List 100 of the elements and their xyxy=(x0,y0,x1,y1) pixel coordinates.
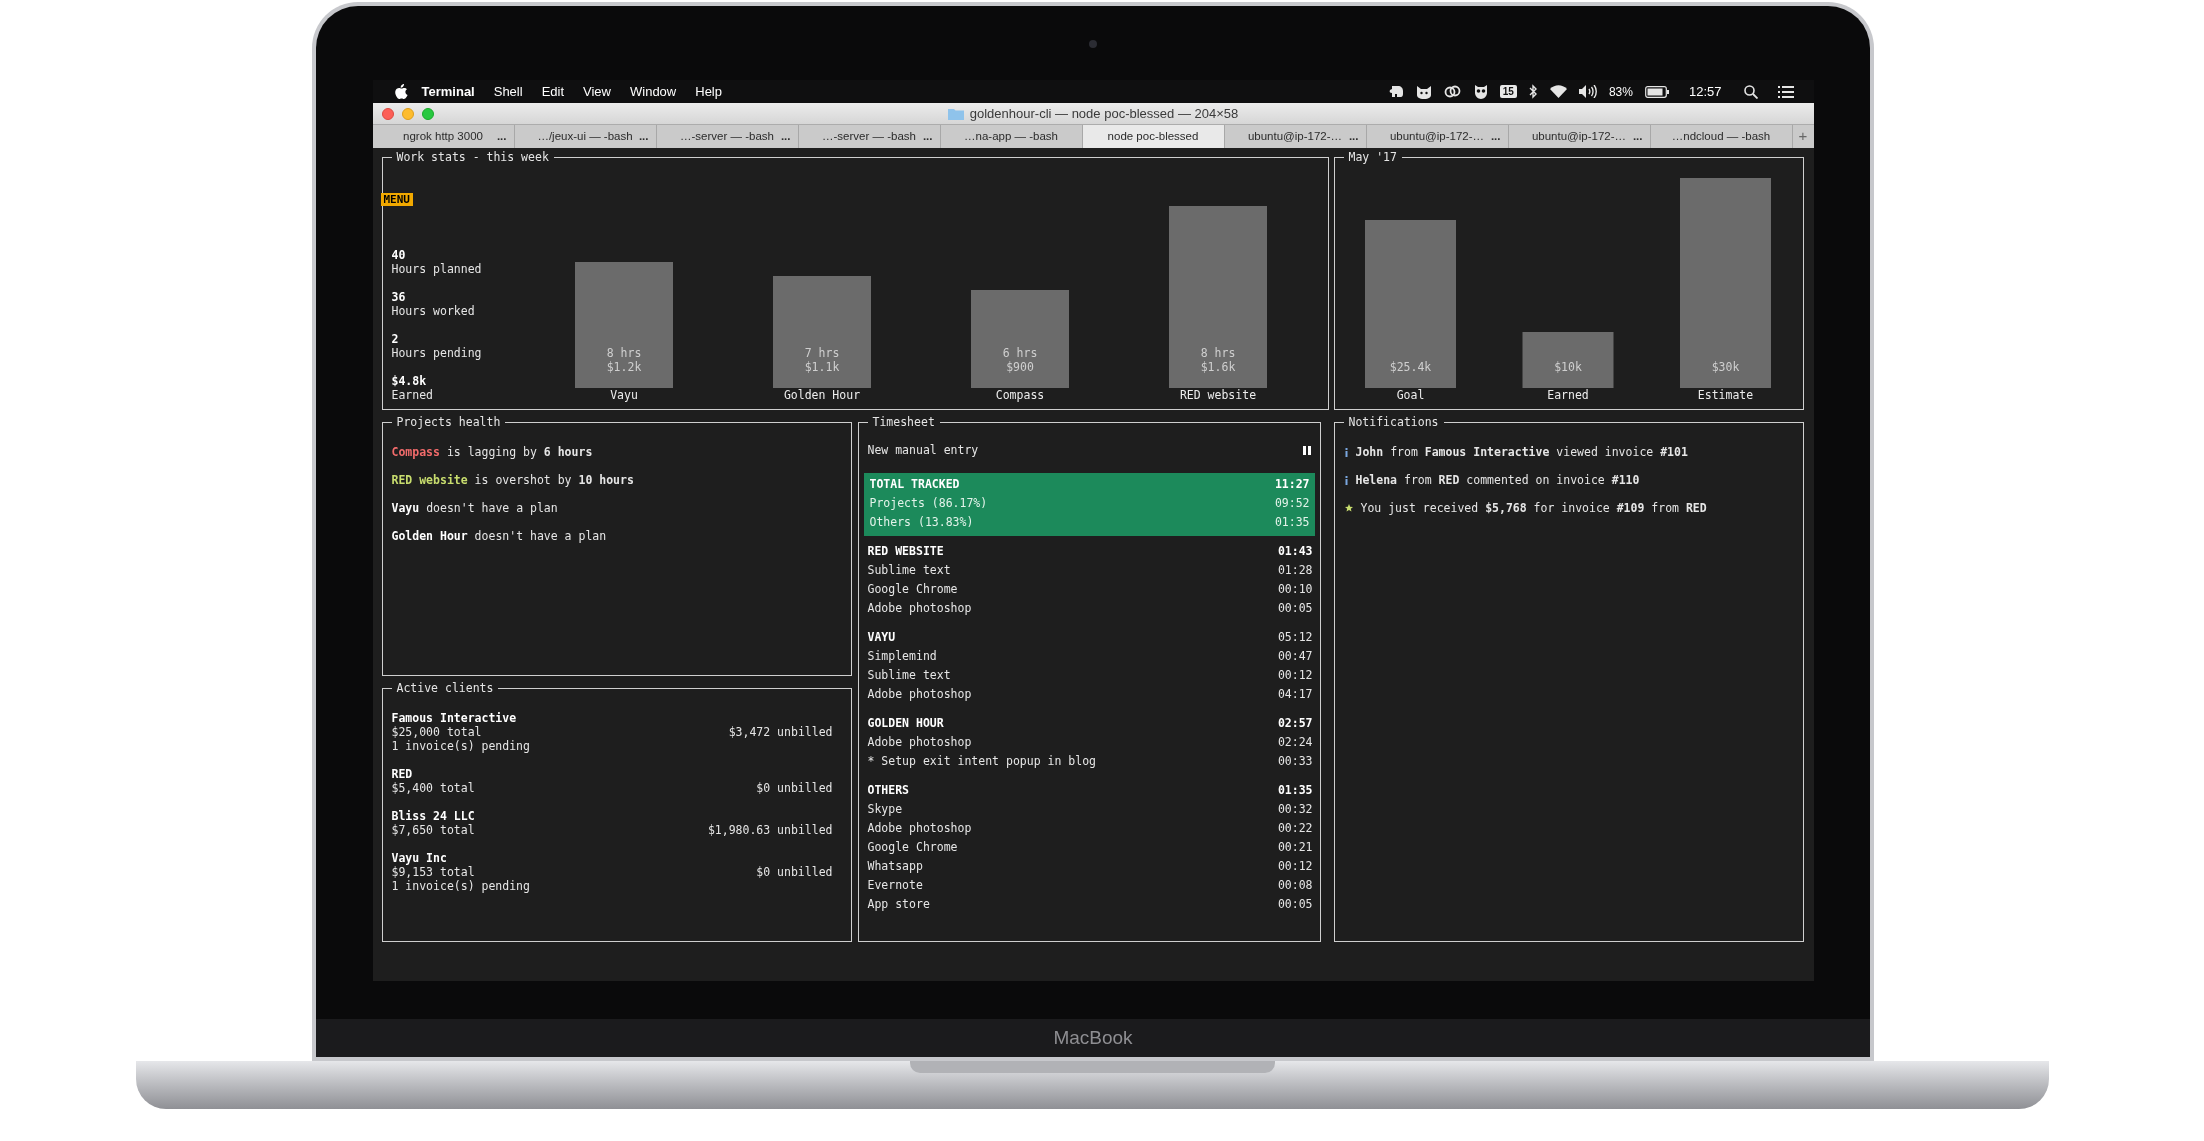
entry-time: 00:05 xyxy=(1277,896,1313,913)
tab[interactable]: node poc-blessed xyxy=(1082,125,1225,148)
clock[interactable]: 12:57 xyxy=(1688,81,1722,102)
health-message: RED website is overshot by 10 hours xyxy=(391,473,635,487)
entry-label: Adobe photoshop xyxy=(867,734,972,751)
summary-time: 11:27 xyxy=(1274,476,1310,493)
stat-label: Hours worked xyxy=(391,304,476,318)
folder-icon xyxy=(947,107,964,120)
entry-time: 00:10 xyxy=(1277,581,1313,598)
entry-label: * Setup exit intent popup in blog xyxy=(867,753,1096,770)
owl-icon[interactable] xyxy=(1473,84,1488,99)
notification-text: John from Famous Interactive viewed invoice #101 xyxy=(1355,445,1688,459)
menu-item[interactable]: Window xyxy=(630,81,677,102)
group-time: 02:57 xyxy=(1277,715,1313,732)
group-name: RED WEBSITE xyxy=(867,543,944,560)
category-label: Estimate xyxy=(1697,388,1753,402)
value-label: 8 hrs xyxy=(606,346,641,360)
notification-text: Helena from RED commented on invoice #110 xyxy=(1355,473,1640,487)
entry-time: 01:28 xyxy=(1277,562,1313,579)
entry-label: Adobe photoshop xyxy=(867,600,972,617)
value-label: 6 hrs xyxy=(1002,346,1037,360)
stat-label: Hours planned xyxy=(391,262,483,276)
entry-time: 00:47 xyxy=(1277,648,1313,665)
value-label: $10k xyxy=(1553,360,1582,374)
value-label: $1.6k xyxy=(1200,360,1235,374)
entry-time: 00:12 xyxy=(1277,858,1313,875)
cat-icon[interactable] xyxy=(1415,84,1432,99)
activity-indicator: ... xyxy=(496,128,507,144)
client-name: RED xyxy=(391,767,414,781)
notification-text: You just received $5,768 for invoice #109 from RED xyxy=(1360,501,1707,515)
entry-label: Adobe photoshop xyxy=(867,820,972,837)
summary-label: TOTAL TRACKED xyxy=(869,476,960,493)
list-icon[interactable] xyxy=(1777,85,1794,98)
value-label: $25.4k xyxy=(1389,360,1431,374)
pause-icon[interactable] xyxy=(1302,445,1311,455)
new-entry-link[interactable]: New manual entry xyxy=(867,442,979,458)
star-icon xyxy=(1344,504,1353,512)
stat-value: 36 xyxy=(391,290,407,304)
value-label: $1.2k xyxy=(606,360,641,374)
stat-value: $4.8k xyxy=(391,374,428,388)
group-name: GOLDEN HOUR xyxy=(867,715,944,732)
battery-icon[interactable] xyxy=(1644,85,1669,98)
stat-value: 40 xyxy=(391,248,407,262)
battery-percentage: 83% xyxy=(1608,83,1633,101)
entry-label: Sublime text xyxy=(867,562,951,579)
value-label: $1.1k xyxy=(804,360,839,374)
client-unbilled: $1,980.63 unbilled xyxy=(707,823,833,837)
entry-time: 00:22 xyxy=(1277,820,1313,837)
panel-title: May '17 xyxy=(1343,149,1402,165)
entry-time: 04:17 xyxy=(1277,686,1313,703)
client-pending: 1 invoice(s) pending xyxy=(391,739,531,753)
stat-value: 2 xyxy=(391,332,400,346)
menu-item[interactable]: Help xyxy=(695,81,722,102)
summary-label: Others (13.83%) xyxy=(869,514,974,531)
new-tab-button[interactable]: + xyxy=(1792,125,1814,148)
value-label: 7 hrs xyxy=(804,346,839,360)
calendar-badge[interactable]: 15 xyxy=(1499,85,1517,98)
entry-time: 00:05 xyxy=(1277,600,1313,617)
client-total: $25,000 total xyxy=(391,725,482,739)
client-total: $9,153 total xyxy=(391,865,475,879)
entry-label: Sublime text xyxy=(867,667,951,684)
client-unbilled: $0 unbilled xyxy=(756,865,833,879)
stat-label: Hours pending xyxy=(391,346,483,360)
search-icon[interactable] xyxy=(1743,84,1758,99)
entry-label: App store xyxy=(867,896,930,913)
activity-indicator: ... xyxy=(1348,128,1359,144)
health-message: Vayu doesn't have a plan xyxy=(391,501,559,515)
group-name: VAYU xyxy=(867,629,896,646)
category-label: Goal xyxy=(1396,388,1424,402)
stat-label: Earned xyxy=(391,388,435,402)
client-name: Famous Interactive xyxy=(391,711,518,725)
client-total: $7,650 total xyxy=(391,823,475,837)
client-name: Vayu Inc xyxy=(391,851,448,865)
entry-label: Simplemind xyxy=(867,648,937,665)
activity-indicator: ... xyxy=(780,128,791,144)
entry-time: 00:32 xyxy=(1277,801,1313,818)
bluetooth-icon[interactable] xyxy=(1528,84,1538,99)
activity-indicator: ... xyxy=(1632,128,1643,144)
entry-label: Adobe photoshop xyxy=(867,686,972,703)
menu-item[interactable]: Shell xyxy=(493,81,523,102)
menu-button[interactable]: MENU xyxy=(380,193,413,206)
entry-label: Google Chrome xyxy=(867,581,958,598)
summary-time: 01:35 xyxy=(1274,514,1310,531)
summary-label: Projects (86.17%) xyxy=(869,495,988,512)
window-title: goldenhour-cli — node poc-blessed — 204×58 xyxy=(969,104,1239,123)
group-name: OTHERS xyxy=(867,782,910,799)
app-menu[interactable]: Terminal xyxy=(421,81,475,102)
rings-icon[interactable] xyxy=(1443,85,1462,98)
volume-icon[interactable] xyxy=(1578,85,1597,98)
client-unbilled: $3,472 unbilled xyxy=(728,725,833,739)
close-button[interactable] xyxy=(381,107,394,120)
wifi-icon[interactable] xyxy=(1549,85,1567,98)
value-label: 8 hrs xyxy=(1200,346,1235,360)
client-name: Bliss 24 LLC xyxy=(391,809,476,823)
menu-item[interactable]: Edit xyxy=(541,81,565,102)
entry-time: 00:12 xyxy=(1277,667,1313,684)
menu-item[interactable]: View xyxy=(583,81,611,102)
health-message: Golden Hour doesn't have a plan xyxy=(391,529,608,543)
client-pending: 1 invoice(s) pending xyxy=(391,879,531,893)
apple-icon[interactable] xyxy=(394,84,408,99)
